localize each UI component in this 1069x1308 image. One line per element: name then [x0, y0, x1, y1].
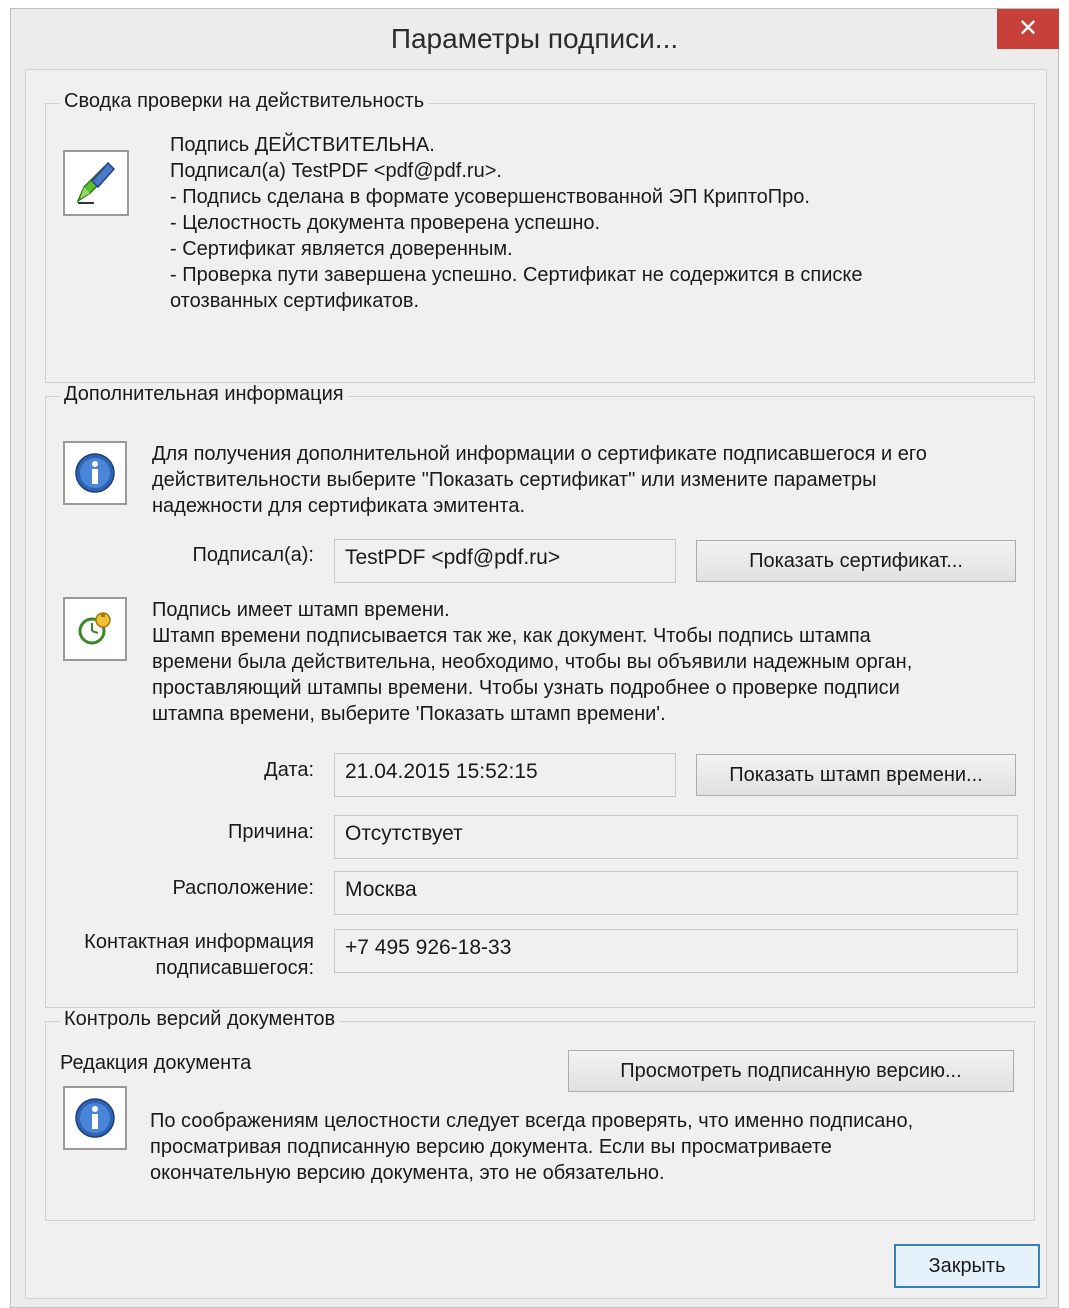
- title-bar: Параметры подписи... ✕: [11, 9, 1059, 71]
- timestamp-info-text: Подпись имеет штамп времени. Штамп време…: [152, 597, 912, 727]
- summary-line: - Целостность документа проверена успешн…: [170, 212, 601, 234]
- contact-field[interactable]: +7 495 926-18-33: [334, 929, 1018, 973]
- document-revision-label: Редакция документа: [60, 1052, 252, 1074]
- validity-summary-group: Сводка проверки на действительность Подп…: [45, 90, 1035, 383]
- signer-label: Подписал(а):: [192, 544, 314, 566]
- reason-field[interactable]: Отсутствует: [334, 815, 1018, 859]
- version-info-text: По соображениям целостности следует всег…: [150, 1108, 913, 1186]
- validity-summary-legend: Сводка проверки на действительность: [60, 90, 429, 113]
- window-title: Параметры подписи...: [390, 23, 679, 54]
- info-line: действительности выберите "Показать серт…: [152, 469, 877, 491]
- additional-info-group: Дополнительная информация Для получения …: [45, 383, 1035, 1008]
- view-signed-version-button[interactable]: Просмотреть подписанную версию...: [568, 1050, 1014, 1092]
- show-certificate-button[interactable]: Показать сертификат...: [696, 540, 1016, 582]
- version-info-line: просматривая подписанную версию документ…: [150, 1136, 832, 1158]
- version-info-line: По соображениям целостности следует всег…: [150, 1110, 914, 1132]
- info-line: надежности для сертификата эмитента.: [152, 495, 525, 517]
- timestamp-line: штампа времени, выберите 'Показать штамп…: [152, 703, 666, 725]
- contact-label: Контактная информация подписавшегося:: [46, 929, 314, 981]
- summary-line: - Подпись сделана в формате усовершенств…: [170, 186, 810, 208]
- timestamp-line: времени была действительна, необходимо, …: [152, 651, 913, 673]
- summary-line: отозванных сертификатов.: [170, 290, 420, 312]
- timestamp-line: Штамп времени подписывается так же, как …: [152, 625, 871, 647]
- signature-valid-icon: [63, 150, 129, 216]
- dialog-window: Параметры подписи... ✕ Сводка проверки н…: [10, 8, 1059, 1308]
- additional-info-legend: Дополнительная информация: [60, 383, 348, 406]
- certificate-info-text: Для получения дополнительной информации …: [152, 441, 927, 519]
- timestamp-line: проставляющий штампы времени. Чтобы узна…: [152, 677, 900, 699]
- contact-label-line: Контактная информация: [84, 931, 314, 953]
- contact-label-line: подписавшегося:: [155, 957, 314, 979]
- date-field[interactable]: 21.04.2015 15:52:15: [334, 753, 676, 797]
- close-button[interactable]: Закрыть: [894, 1244, 1040, 1288]
- version-info-line: окончательную версию документа, это не о…: [150, 1162, 665, 1184]
- summary-line: - Проверка пути завершена успешно. Серти…: [170, 264, 863, 286]
- dialog-body: Сводка проверки на действительность Подп…: [25, 69, 1047, 1299]
- date-label: Дата:: [264, 759, 314, 781]
- timestamp-icon: [63, 597, 127, 661]
- signer-field[interactable]: TestPDF <pdf@pdf.ru>: [334, 539, 676, 583]
- validity-summary-text: Подпись ДЕЙСТВИТЕЛЬНА. Подписал(а) TestP…: [170, 132, 862, 314]
- info-icon: [63, 441, 127, 505]
- summary-line: - Сертификат является доверенным.: [170, 238, 513, 260]
- close-window-button[interactable]: ✕: [997, 9, 1059, 49]
- location-label: Расположение:: [172, 877, 314, 899]
- reason-label: Причина:: [228, 821, 314, 843]
- location-field[interactable]: Москва: [334, 871, 1018, 915]
- timestamp-line: Подпись имеет штамп времени.: [152, 599, 450, 621]
- summary-line: Подписал(а) TestPDF <pdf@pdf.ru>.: [170, 160, 502, 182]
- version-control-legend: Контроль версий документов: [60, 1008, 340, 1031]
- info-icon: [63, 1086, 127, 1150]
- summary-line: Подпись ДЕЙСТВИТЕЛЬНА.: [170, 134, 435, 156]
- info-line: Для получения дополнительной информации …: [152, 443, 927, 465]
- version-control-group: Контроль версий документов Редакция доку…: [45, 1008, 1035, 1221]
- show-timestamp-button[interactable]: Показать штамп времени...: [696, 754, 1016, 796]
